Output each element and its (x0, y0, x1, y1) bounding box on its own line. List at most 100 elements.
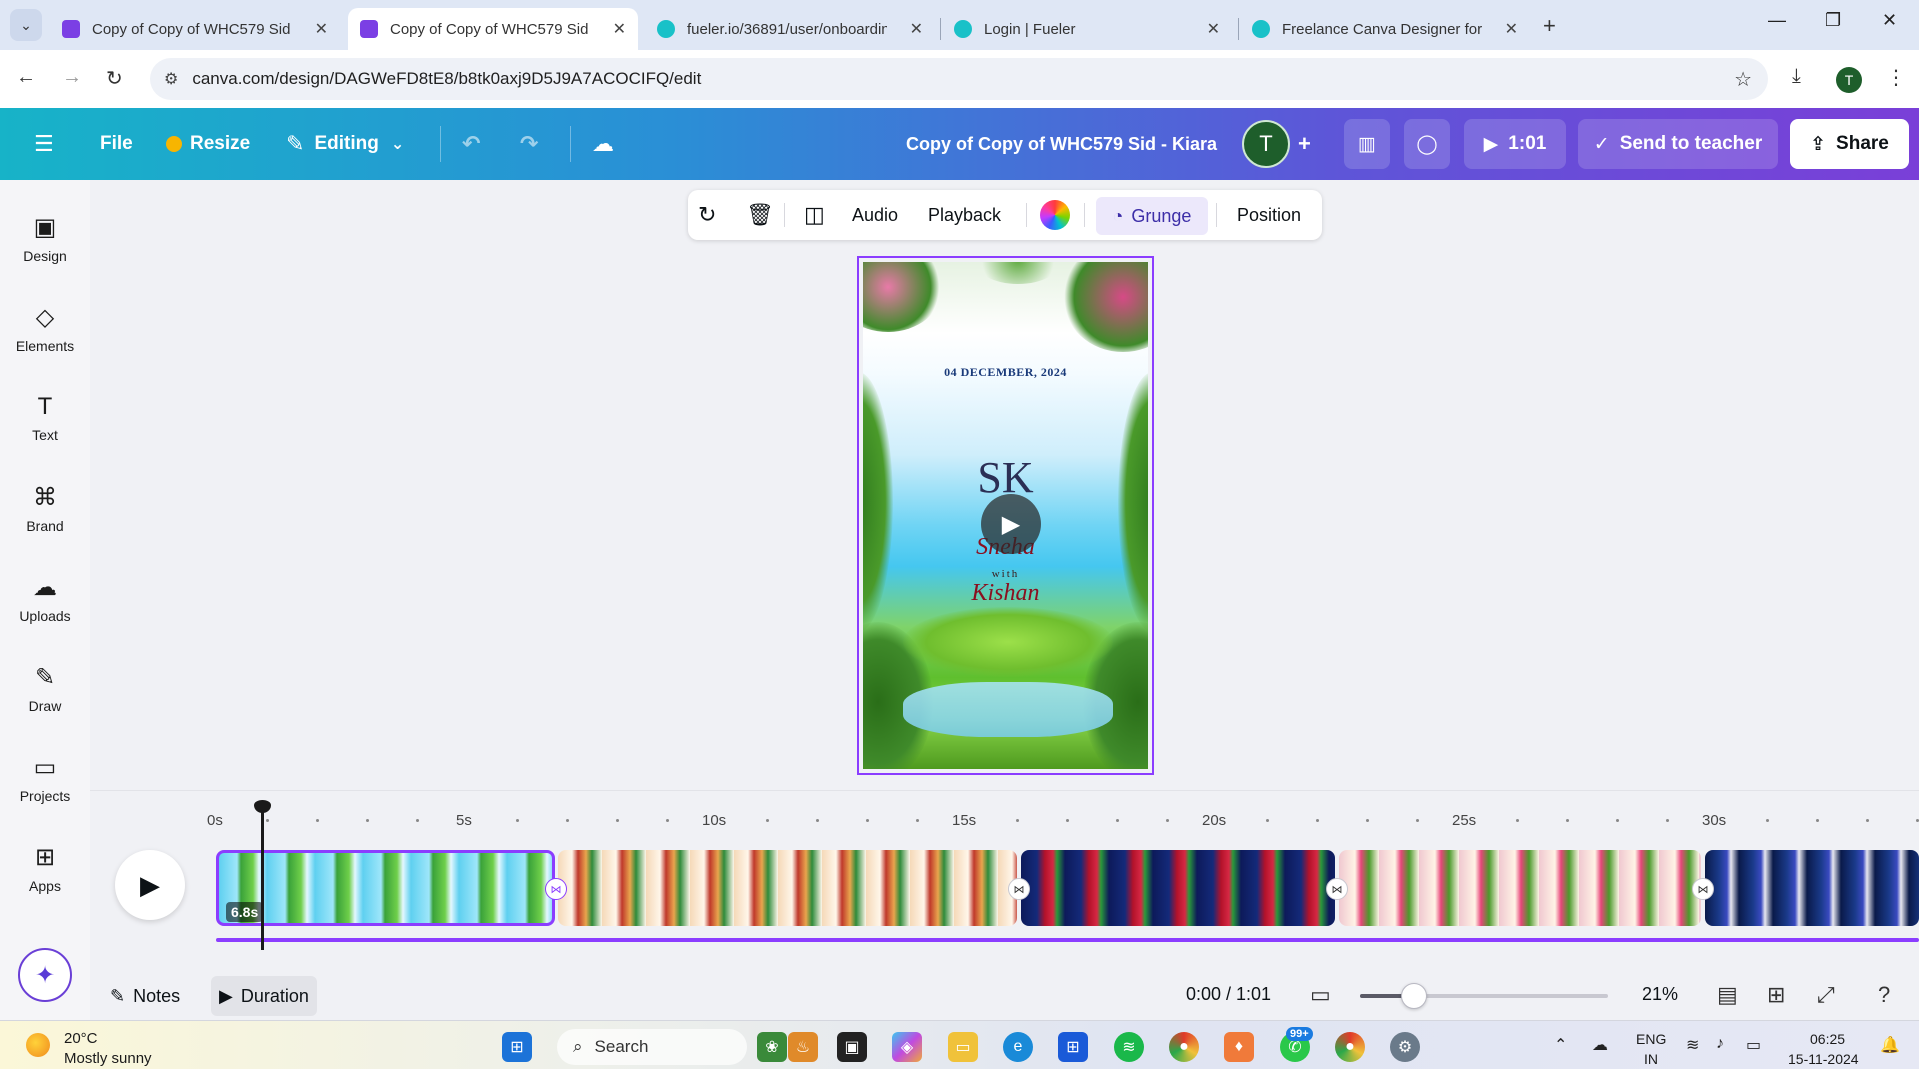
tab-search-button[interactable]: ⌄ (10, 9, 42, 41)
resize-button[interactable]: Resize (166, 108, 250, 180)
audio-track-bar[interactable] (216, 938, 1919, 942)
close-icon[interactable]: ✕ (910, 19, 923, 39)
minimize-icon[interactable]: — (1768, 10, 1786, 31)
battery-icon[interactable]: ▭ (1746, 1035, 1761, 1055)
task-view-icon[interactable]: ▣ (837, 1032, 867, 1062)
close-icon[interactable]: ✕ (1505, 19, 1518, 39)
weather-temperature[interactable]: 20°C (64, 1030, 98, 1047)
editing-mode-dropdown[interactable]: ✎ Editing ⌄ (286, 108, 404, 180)
file-explorer-icon[interactable]: ▭ (948, 1032, 978, 1062)
duration-button[interactable]: ▶ Duration (211, 976, 317, 1016)
invite-plus-button[interactable]: + (1298, 108, 1311, 180)
browser-tab-1[interactable]: Copy of Copy of WHC579 Sid - ✕ (50, 8, 340, 50)
present-play-button[interactable]: ▶ 1:01 (1464, 119, 1566, 169)
undo-button[interactable]: ↶ (462, 108, 480, 180)
transition-button[interactable]: ⋈ (545, 878, 567, 900)
save-status-button[interactable]: ☁ (592, 108, 614, 180)
clock-date[interactable]: 15-11-2024 (1788, 1051, 1859, 1067)
diya-app-icon[interactable]: ♨ (788, 1032, 818, 1062)
share-button[interactable]: ⇪ Share (1790, 119, 1909, 169)
sidebar-item-uploads[interactable]: ☁ Uploads (0, 558, 90, 638)
send-to-teacher-button[interactable]: ✓ Send to teacher (1578, 119, 1778, 169)
zoom-slider-handle[interactable] (1401, 983, 1427, 1009)
timeline-clip-1[interactable] (216, 850, 555, 926)
language-indicator[interactable]: ENG (1636, 1031, 1666, 1047)
magic-assistant-button[interactable]: ✦ (18, 948, 72, 1002)
copilot-app-icon[interactable]: ◈ (892, 1032, 922, 1062)
close-icon[interactable]: ✕ (613, 19, 626, 39)
new-tab-plus-icon[interactable]: + (1543, 13, 1556, 39)
help-icon[interactable]: ? (1878, 982, 1890, 1008)
notification-bell-icon[interactable]: 🔔 (1880, 1035, 1900, 1055)
transition-button[interactable]: ⋈ (1692, 878, 1714, 900)
grunge-effect-button[interactable]: ◔ Grunge (1096, 197, 1208, 235)
video-play-overlay-button[interactable]: ▶ (981, 494, 1041, 554)
document-title[interactable]: Copy of Copy of WHC579 Sid - Kiara (906, 108, 1217, 180)
sidebar-item-projects[interactable]: ▭ Projects (0, 738, 90, 818)
groom-name-text[interactable]: Kishan (863, 580, 1148, 607)
clock-time[interactable]: 06:25 (1810, 1031, 1845, 1047)
sidebar-item-apps[interactable]: ⊞ Apps (0, 828, 90, 908)
back-arrow-icon[interactable]: ← (16, 66, 36, 89)
browser-tab-4[interactable]: Login | Fueler ✕ (942, 8, 1232, 50)
tray-chevron-up-icon[interactable]: ⌃ (1554, 1035, 1567, 1055)
browser-tab-2[interactable]: Copy of Copy of WHC579 Sid - ✕ (348, 8, 638, 50)
chrome-browser-icon[interactable]: ● (1169, 1032, 1199, 1062)
close-icon[interactable]: ✕ (315, 19, 328, 39)
weather-condition[interactable]: Mostly sunny (64, 1050, 152, 1067)
language-region[interactable]: IN (1644, 1051, 1658, 1067)
window-close-icon[interactable]: ✕ (1882, 10, 1897, 31)
event-date-text[interactable]: 04 DECEMBER, 2024 (863, 365, 1148, 380)
close-icon[interactable]: ✕ (1207, 19, 1220, 39)
file-menu-button[interactable]: File (100, 108, 133, 180)
color-adjust-button[interactable] (1040, 190, 1070, 240)
settings-gear-icon[interactable]: ⚙ (1390, 1032, 1420, 1062)
brave-app-icon[interactable]: ♦ (1224, 1032, 1254, 1062)
audio-button[interactable]: Audio (852, 190, 898, 240)
browser-tab-5[interactable]: Freelance Canva Designer for Jo ✕ (1240, 8, 1530, 50)
sidebar-item-text[interactable]: T Text (0, 378, 90, 458)
grid-view-icon[interactable]: ⊞ (1767, 982, 1785, 1008)
chrome-profile-icon[interactable]: ● (1335, 1032, 1365, 1062)
volume-icon[interactable]: ♪ (1716, 1035, 1724, 1053)
browser-profile-avatar[interactable]: T (1836, 67, 1862, 93)
delete-button[interactable]: 🗑 (746, 190, 774, 240)
sidebar-item-draw[interactable]: ✎ Draw (0, 648, 90, 728)
hamburger-menu-button[interactable]: ☰ (34, 108, 54, 180)
playhead-line[interactable] (261, 812, 264, 950)
onedrive-cloud-icon[interactable]: ☁ (1592, 1035, 1608, 1055)
windows-start-icon[interactable]: ⊞ (502, 1032, 532, 1062)
timeline-clip-2[interactable] (558, 850, 1017, 926)
timeline-clip-5[interactable] (1705, 850, 1919, 926)
taskbar-search[interactable]: ⌕ Search (557, 1029, 747, 1065)
redo-button[interactable]: ↷ (520, 108, 538, 180)
comments-button[interactable]: ◯ (1404, 119, 1450, 169)
site-settings-icon[interactable]: ⚙ (164, 69, 178, 89)
pages-view-icon[interactable]: ▤ (1717, 982, 1738, 1008)
timeline-view-icon[interactable]: ▭ (1310, 982, 1331, 1008)
restore-icon[interactable]: ❐ (1825, 10, 1841, 31)
position-button[interactable]: Position (1237, 190, 1301, 240)
kebab-menu-icon[interactable]: ⋮ (1886, 65, 1906, 90)
reload-icon[interactable]: ↻ (106, 66, 123, 91)
transition-button[interactable]: ⋈ (1008, 878, 1030, 900)
url-bar[interactable]: ⚙ canva.com/design/DAGWeFD8tE8/b8tk0axj9… (150, 58, 1768, 100)
transition-button[interactable]: ⋈ (1326, 878, 1348, 900)
flip-button[interactable]: ◫ (804, 190, 825, 240)
microsoft-store-icon[interactable]: ⊞ (1058, 1032, 1088, 1062)
notes-button[interactable]: ✎ Notes (102, 976, 188, 1016)
user-avatar[interactable]: T (1242, 120, 1290, 168)
zoom-percentage[interactable]: 21% (1642, 984, 1678, 1005)
wifi-icon[interactable]: ≋ (1686, 1035, 1699, 1055)
spotify-app-icon[interactable]: ≋ (1114, 1032, 1144, 1062)
design-page-frame[interactable]: 04 DECEMBER, 2024 SK Sneha with Kishan ▶ (857, 256, 1154, 775)
timeline-clip-4[interactable] (1339, 850, 1701, 926)
replace-button[interactable]: ↻ (698, 190, 716, 240)
sidebar-item-design[interactable]: ▣ Design (0, 198, 90, 278)
timeline-clip-3[interactable] (1021, 850, 1335, 926)
download-icon[interactable]: ⤓ (1792, 65, 1801, 88)
browser-tab-3[interactable]: fueler.io/36891/user/onboardin ✕ (645, 8, 935, 50)
edge-browser-icon[interactable]: e (1003, 1032, 1033, 1062)
forward-arrow-icon[interactable]: → (62, 66, 82, 89)
bookmark-star-icon[interactable]: ☆ (1734, 67, 1752, 92)
